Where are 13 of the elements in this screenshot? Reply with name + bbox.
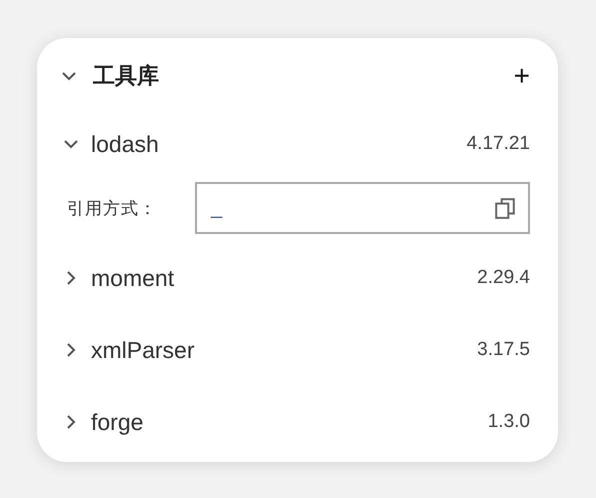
library-name[interactable]: xmlParser (91, 336, 478, 364)
library-name[interactable]: forge (91, 408, 488, 436)
reference-field[interactable]: _ (195, 182, 530, 234)
add-button[interactable]: + (514, 62, 530, 90)
copy-icon[interactable] (494, 197, 516, 219)
library-name[interactable]: moment (91, 264, 478, 292)
library-version: 2.29.4 (477, 267, 530, 289)
library-name[interactable]: lodash (91, 130, 467, 158)
field-label: 引用方式： (67, 198, 158, 220)
library-version: 4.17.21 (466, 133, 530, 155)
library-version: 1.3.0 (488, 411, 530, 433)
section-title: 工具库 (93, 62, 160, 90)
library-version: 3.17.5 (477, 339, 530, 361)
